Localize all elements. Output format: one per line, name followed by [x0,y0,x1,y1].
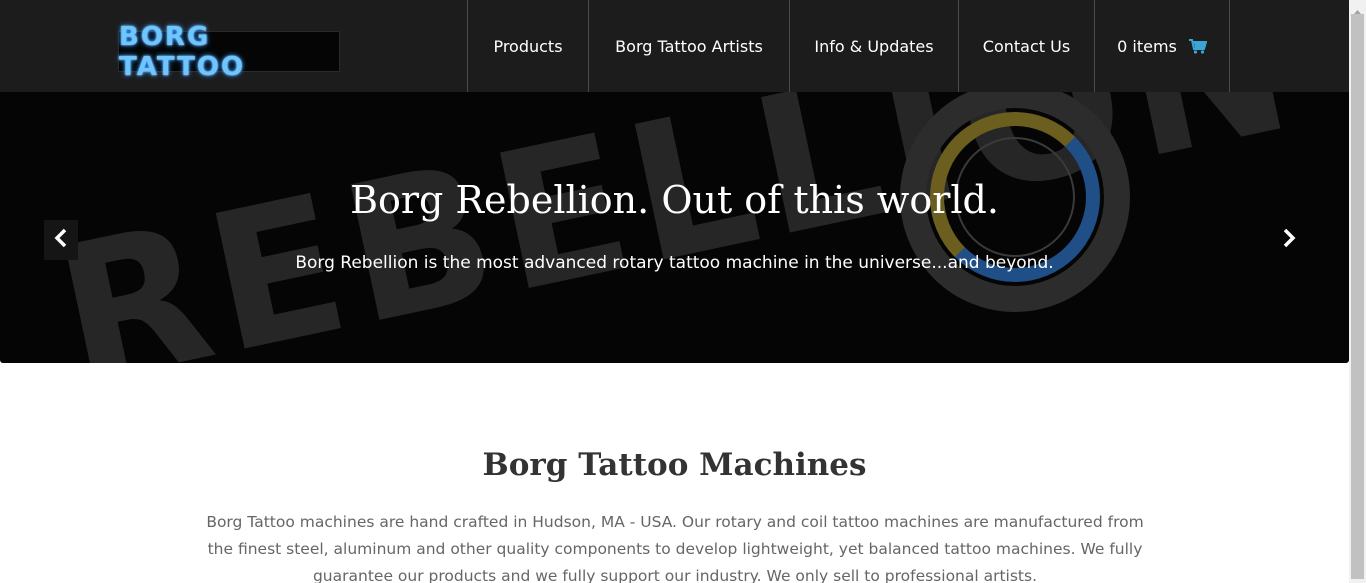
section-description: Borg Tattoo machines are hand crafted in… [206,513,1144,583]
hero-title: Borg Rebellion. Out of this world. [350,178,999,222]
slider-next-button[interactable] [1272,220,1306,260]
nav-label: Info & Updates [814,36,934,56]
shopping-cart-icon [1188,38,1207,54]
chevron-left-icon [54,228,68,252]
hero-subtitle: Borg Rebellion is the most advanced rota… [295,253,1054,273]
hero-slider: REBELLION Borg Rebellion. Out of this wo… [0,92,1349,363]
nav-label: Products [493,36,563,56]
cart-label: 0 items [1117,36,1177,56]
nav-item-borg-tattoo-artists[interactable]: Borg Tattoo Artists [588,0,789,92]
scroll-up-icon[interactable] [1351,2,1364,14]
logo-text: BORG TATTOO [119,21,246,82]
brand-logo[interactable]: BORG TATTOO [118,22,340,82]
scrollbar-thumb[interactable] [1351,14,1364,579]
chevron-right-icon [1282,228,1296,252]
nav-item-cart[interactable]: 0 items [1094,0,1230,92]
nav-label: Contact Us [982,36,1071,56]
nav-item-products[interactable]: Products [467,0,588,92]
slider-prev-button[interactable] [44,220,78,260]
main-nav: Products Borg Tattoo Artists Info & Upda… [467,0,1230,92]
nav-label: Borg Tattoo Artists [615,36,763,56]
site-header: BORG TATTOO Products Borg Tattoo Artists… [0,0,1349,92]
nav-item-info-updates[interactable]: Info & Updates [789,0,958,92]
nav-item-contact-us[interactable]: Contact Us [958,0,1094,92]
section-title: Borg Tattoo Machines [482,447,867,483]
